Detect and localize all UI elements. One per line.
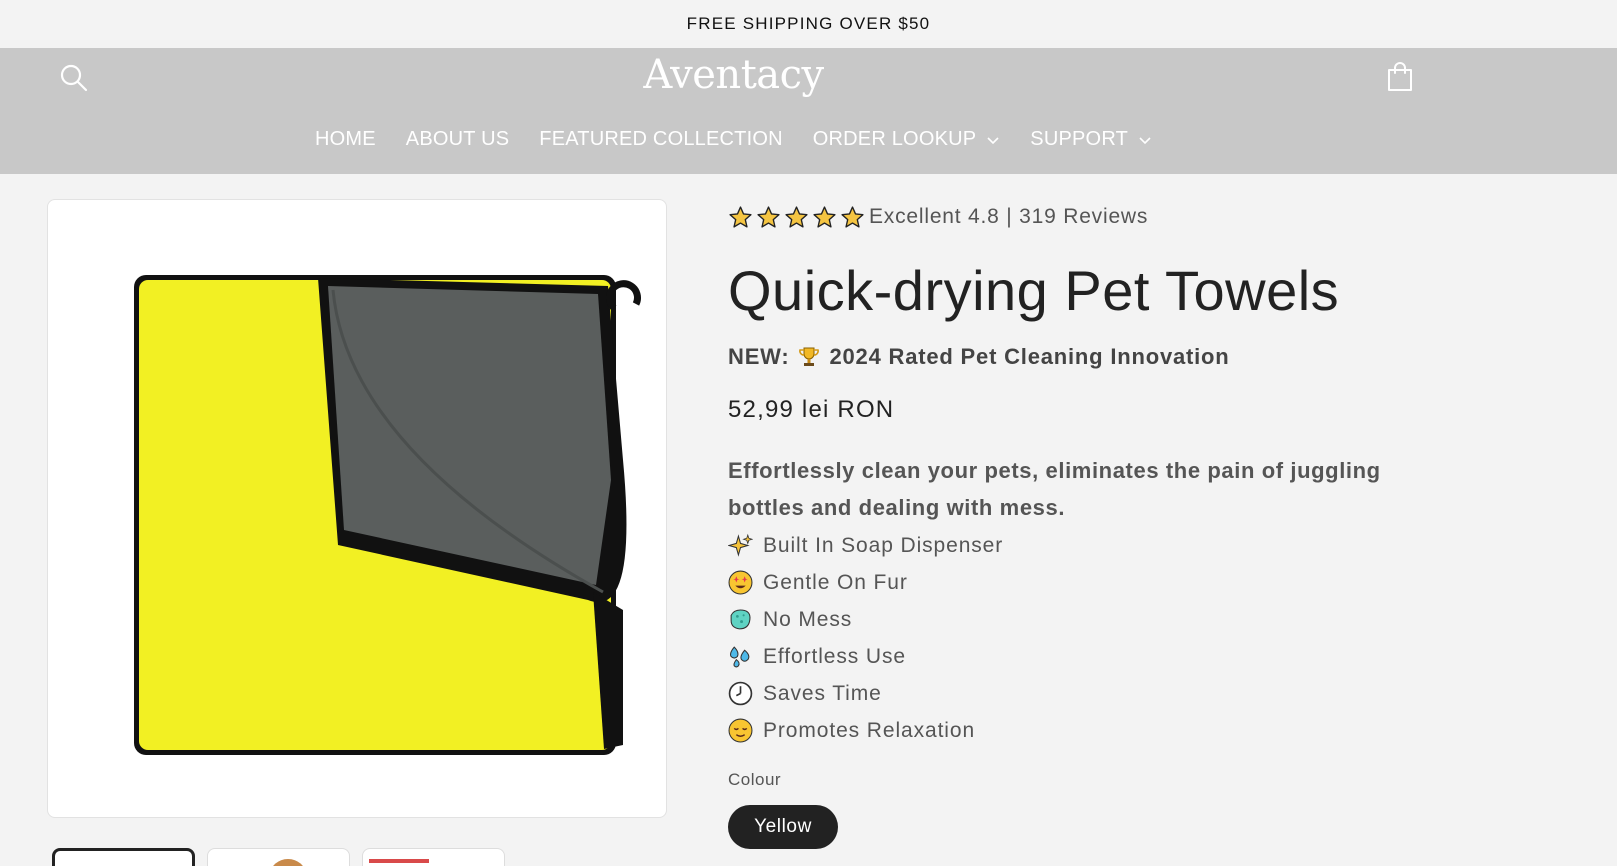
announcement-bar: FREE SHIPPING OVER $50 (0, 0, 1617, 48)
trophy-icon (799, 347, 820, 366)
rating-stars (728, 205, 865, 230)
thumbnail-3[interactable] (362, 848, 505, 866)
nav-label: FEATURED COLLECTION (539, 128, 783, 150)
feature-label: Saves Time (763, 681, 882, 705)
thumbnail-1[interactable] (52, 848, 195, 866)
product-title: Quick-drying Pet Towels (728, 259, 1340, 322)
badge-text: 2024 Rated Pet Cleaning Innovation (829, 344, 1230, 369)
announcement-text: FREE SHIPPING OVER $50 (686, 14, 931, 33)
star-icon (785, 205, 808, 228)
nav-label: ABOUT US (405, 128, 510, 150)
nav-label: HOME (314, 128, 376, 150)
nav-item-featured-collection[interactable]: FEATURED COLLECTION (539, 128, 782, 151)
rating-text: Excellent 4.8 | 319 Reviews (869, 205, 1149, 228)
site-header: Aventacy HOME ABOUT US FEATURED COLLECTI… (0, 48, 1617, 174)
feature-item: Built In Soap Dispenser (728, 527, 1003, 564)
feature-label: Gentle On Fur (763, 570, 908, 594)
star-icon (729, 205, 752, 228)
feature-item: Promotes Relaxation (728, 712, 1003, 749)
feature-item: Effortless Use (728, 638, 1003, 675)
feature-item: No Mess (728, 601, 1003, 638)
sparkles-icon (728, 533, 753, 557)
star-icon (757, 205, 780, 228)
cart-icon (1388, 62, 1412, 91)
clock-icon (728, 681, 753, 706)
relieved-face-icon (728, 718, 753, 743)
rating-summary[interactable]: Excellent 4.8 | 319 Reviews (728, 200, 1428, 234)
feature-item: Gentle On Fur (728, 564, 1003, 601)
star-struck-face-icon (728, 570, 753, 595)
nav-item-about-us[interactable]: ABOUT US (406, 128, 509, 151)
towel-image (134, 275, 641, 755)
nav-item-home[interactable]: HOME (315, 128, 376, 151)
nav-label: SUPPORT (1030, 128, 1129, 150)
product-info: Excellent 4.8 | 319 Reviews Quick-drying… (728, 200, 1428, 849)
colour-label: Colour (728, 770, 782, 789)
feature-list: Built In Soap Dispenser Gentle On Fur No… (728, 527, 1003, 749)
thumbnail-2[interactable] (207, 848, 350, 866)
chevron-down-icon (1139, 136, 1151, 144)
site-logo[interactable]: Aventacy (0, 52, 1467, 98)
product-main-image[interactable] (47, 199, 667, 818)
dog-thumbnail-image (273, 859, 303, 866)
cart-button[interactable] (1384, 60, 1416, 94)
star-icon (813, 205, 836, 228)
main-nav: HOME ABOUT US FEATURED COLLECTION ORDER … (0, 128, 1467, 151)
feature-label: No Mess (763, 607, 853, 631)
chevron-down-icon (987, 136, 999, 144)
nav-item-order-lookup[interactable]: ORDER LOOKUP (813, 128, 1001, 151)
product-description: Effortlessly clean your pets, eliminates… (728, 458, 1381, 520)
feature-label: Effortless Use (763, 644, 906, 668)
feature-label: Promotes Relaxation (763, 718, 976, 742)
thumbnail-strip (52, 848, 505, 866)
nav-label: ORDER LOOKUP (812, 128, 977, 150)
product-price: 52,99 lei RON (728, 396, 895, 423)
promo-thumbnail-image (369, 859, 429, 863)
product-badge: NEW: 2024 Rated Pet Cleaning Innovation (728, 344, 1230, 370)
badge-prefix: NEW: (728, 344, 790, 369)
feature-label: Built In Soap Dispenser (763, 533, 1004, 557)
colour-option-yellow[interactable]: Yellow (728, 805, 838, 849)
feature-item: Saves Time (728, 675, 1003, 712)
nav-item-support[interactable]: SUPPORT (1030, 128, 1152, 151)
sponge-icon (730, 609, 751, 630)
star-icon (841, 205, 864, 228)
droplets-icon (730, 646, 750, 668)
